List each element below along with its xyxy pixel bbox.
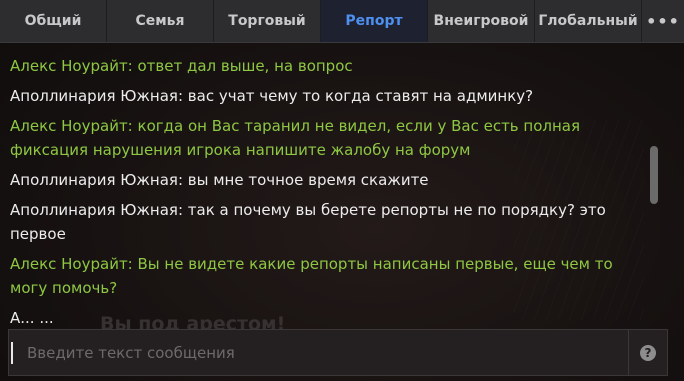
- chat-scrollbar[interactable]: [650, 146, 658, 204]
- tab-trade[interactable]: Торговый: [214, 0, 321, 42]
- chat-messages: Алекс Ноурайт: ответ дал выше, на вопрос…: [10, 54, 630, 330]
- more-tabs-button[interactable]: •••: [642, 0, 684, 42]
- tab-family[interactable]: Семья: [107, 0, 214, 42]
- chat-message: Аполлинария Южная: вы мне точное время с…: [10, 171, 429, 189]
- tab-general[interactable]: Общий: [0, 0, 107, 42]
- chat-message: Аполлинария Южная: так а почему вы берет…: [10, 201, 606, 243]
- tab-offgame[interactable]: Внеигровой: [428, 0, 535, 42]
- chat-message: Аполлинария Южная: вас учат чему то когд…: [10, 87, 534, 105]
- message-input[interactable]: [11, 341, 628, 364]
- chat-message: Алекс Ноурайт: когда он Вас таранил не в…: [10, 117, 581, 159]
- tab-report[interactable]: Репорт: [321, 0, 428, 42]
- chat-tabs: Общий Семья Торговый Репорт Внеигровой Г…: [0, 0, 684, 43]
- tab-global[interactable]: Глобальный: [535, 0, 642, 42]
- chat-message: Алекс Ноурайт: Вы не видете какие репорт…: [10, 255, 613, 297]
- question-icon: ?: [640, 344, 656, 361]
- help-button[interactable]: ?: [629, 329, 667, 376]
- chat-message: Алекс Ноурайт: ответ дал выше, на вопрос: [10, 57, 353, 75]
- chat-input-bar: ?: [8, 329, 668, 376]
